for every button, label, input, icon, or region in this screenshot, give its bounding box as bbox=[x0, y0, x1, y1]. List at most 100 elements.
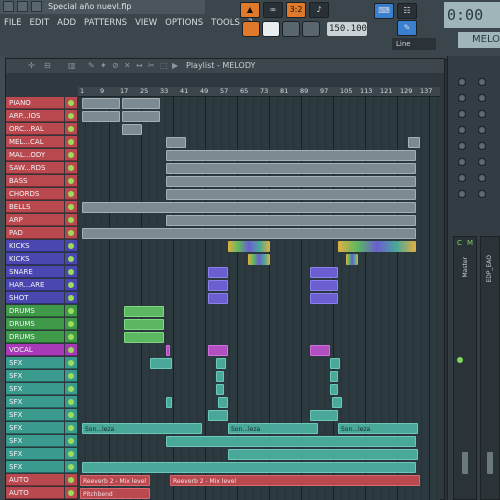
slip-tool-icon[interactable]: ↔ bbox=[136, 61, 143, 70]
mixer-knob-icon[interactable] bbox=[458, 78, 466, 86]
pattern-clip[interactable] bbox=[310, 293, 338, 304]
pattern-clip[interactable] bbox=[122, 98, 160, 109]
mixer-knob-icon[interactable] bbox=[478, 190, 486, 198]
menu-edit[interactable]: EDIT bbox=[26, 16, 54, 30]
track-mute-button[interactable] bbox=[65, 370, 77, 382]
pattern-clip[interactable] bbox=[330, 358, 340, 369]
track-mute-button[interactable] bbox=[65, 136, 77, 148]
track-label[interactable]: DRUMS bbox=[6, 331, 64, 343]
track-label[interactable]: DRUMS bbox=[6, 318, 64, 330]
track-label[interactable]: SFX bbox=[6, 396, 64, 408]
pattern-clip[interactable] bbox=[166, 137, 186, 148]
pattern-clip[interactable] bbox=[166, 397, 172, 408]
track-label[interactable]: PAD bbox=[6, 227, 64, 239]
pattern-clip[interactable]: Son...leza bbox=[338, 423, 418, 434]
track-mute-button[interactable] bbox=[65, 461, 77, 473]
track-mute-button[interactable] bbox=[65, 396, 77, 408]
track-mute-button[interactable] bbox=[65, 279, 77, 291]
track-mute-button[interactable] bbox=[65, 435, 77, 447]
pattern-clip[interactable] bbox=[310, 410, 338, 421]
minimize-icon[interactable] bbox=[3, 1, 14, 12]
mixer-knob-icon[interactable] bbox=[458, 126, 466, 134]
slice-tool-icon[interactable]: ✂ bbox=[148, 61, 155, 70]
track-label[interactable]: SFX bbox=[6, 409, 64, 421]
track-label[interactable]: SFX bbox=[6, 422, 64, 434]
pattern-clip[interactable] bbox=[408, 137, 420, 148]
pattern-clip[interactable] bbox=[82, 98, 120, 109]
track-mute-button[interactable] bbox=[65, 474, 77, 486]
mixer-knob-icon[interactable] bbox=[478, 78, 486, 86]
maximize-icon[interactable] bbox=[17, 1, 28, 12]
pattern-clip[interactable] bbox=[310, 280, 338, 291]
track-mute-button[interactable] bbox=[65, 305, 77, 317]
mixer-knob-icon[interactable] bbox=[478, 158, 486, 166]
pattern-clip[interactable] bbox=[166, 189, 416, 200]
pattern-clip[interactable] bbox=[208, 280, 228, 291]
pattern-clip[interactable] bbox=[166, 345, 170, 356]
cursor-tool-icon[interactable]: ✛ bbox=[28, 61, 35, 70]
select-tool-icon[interactable]: ⬚ bbox=[160, 61, 168, 70]
master-channel[interactable]: C M Master bbox=[453, 236, 477, 500]
track-mute-button[interactable] bbox=[65, 97, 77, 109]
pattern-clip[interactable] bbox=[166, 436, 416, 447]
track-label[interactable]: MEL...CAL bbox=[6, 136, 64, 148]
pattern-clip[interactable] bbox=[124, 332, 164, 343]
pattern-clip[interactable] bbox=[228, 449, 418, 460]
track-label[interactable]: SAW...RDS bbox=[6, 162, 64, 174]
pattern-clip[interactable] bbox=[82, 202, 416, 213]
timeline-ruler[interactable]: 1 9 17 25 33 41 49 57 65 73 81 89 97 105 113 121 129 137 bbox=[78, 87, 440, 97]
track-mute-button[interactable] bbox=[65, 409, 77, 421]
mixer-knob-icon[interactable] bbox=[458, 142, 466, 150]
track-label[interactable]: SFX bbox=[6, 357, 64, 369]
track-mute-button[interactable] bbox=[65, 149, 77, 161]
mixer-knob-icon[interactable] bbox=[458, 158, 466, 166]
pattern-clip[interactable] bbox=[218, 397, 228, 408]
track-mute-button[interactable] bbox=[65, 292, 77, 304]
pattern-clip[interactable] bbox=[330, 371, 338, 382]
draw-tool-icon[interactable]: ✎ bbox=[88, 61, 95, 70]
piano-tool-icon[interactable]: ▥ bbox=[68, 61, 76, 70]
pattern-clip[interactable] bbox=[216, 371, 224, 382]
track-mute-button[interactable] bbox=[65, 448, 77, 460]
mixer-knob-icon[interactable] bbox=[458, 174, 466, 182]
menu-patterns[interactable]: PATTERNS bbox=[80, 16, 131, 30]
delete-tool-icon[interactable]: ⊘ bbox=[112, 61, 119, 70]
track-mute-button[interactable] bbox=[65, 162, 77, 174]
track-mute-button[interactable] bbox=[65, 357, 77, 369]
typing-keyboard-icon[interactable]: ⌨ bbox=[374, 3, 394, 19]
step-edit-icon[interactable]: ☷ bbox=[397, 3, 417, 19]
pattern-clip[interactable] bbox=[208, 345, 228, 356]
track-mute-button[interactable] bbox=[65, 123, 77, 135]
track-label[interactable]: SHOT bbox=[6, 292, 64, 304]
menu-tools[interactable]: TOOLS bbox=[207, 16, 244, 30]
loop-icon[interactable]: ∞ bbox=[263, 2, 283, 18]
track-mute-button[interactable] bbox=[65, 110, 77, 122]
track-label[interactable]: KICKS bbox=[6, 240, 64, 252]
track-label[interactable]: PIANO bbox=[6, 97, 64, 109]
insert-channel[interactable]: EDP_EAO bbox=[480, 236, 500, 500]
pattern-clip[interactable] bbox=[208, 410, 228, 421]
pattern-counter-icon[interactable]: 3:2 bbox=[286, 2, 306, 18]
track-label[interactable]: SFX bbox=[6, 435, 64, 447]
track-mute-button[interactable] bbox=[65, 331, 77, 343]
paint-tool-icon[interactable]: ✦ bbox=[100, 61, 107, 70]
pattern-clip[interactable] bbox=[330, 384, 338, 395]
pattern-clip[interactable] bbox=[216, 358, 226, 369]
pattern-clip[interactable] bbox=[150, 358, 172, 369]
mixer-knob-icon[interactable] bbox=[478, 110, 486, 118]
track-mute-button[interactable] bbox=[65, 227, 77, 239]
record-button[interactable] bbox=[302, 21, 320, 37]
snap-magnet-icon[interactable]: ✎ bbox=[397, 20, 417, 36]
track-label[interactable]: ARP bbox=[6, 214, 64, 226]
close-icon[interactable] bbox=[31, 1, 42, 12]
pattern-clip[interactable] bbox=[82, 462, 416, 473]
pattern-clip[interactable]: Son...leza bbox=[82, 423, 202, 434]
pattern-clip[interactable] bbox=[122, 124, 142, 135]
playback-tool-icon[interactable]: ▶ bbox=[172, 61, 178, 70]
mixer-knob-icon[interactable] bbox=[458, 110, 466, 118]
pattern-clip[interactable] bbox=[82, 228, 416, 239]
pattern-clip[interactable]: Reeverb 2 - Mix level bbox=[80, 475, 150, 486]
track-label[interactable]: DRUMS bbox=[6, 305, 64, 317]
mixer-knob-icon[interactable] bbox=[458, 94, 466, 102]
master-send-led[interactable] bbox=[457, 357, 463, 363]
